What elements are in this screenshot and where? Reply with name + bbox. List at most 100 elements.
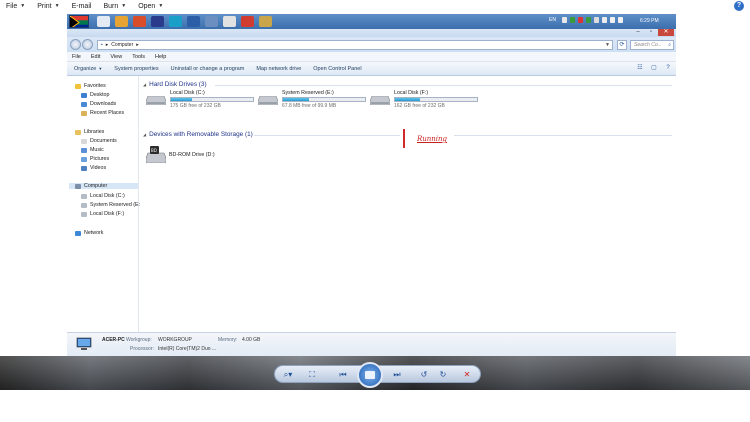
tray-icon[interactable] bbox=[562, 17, 567, 23]
nav-music[interactable]: Music bbox=[81, 147, 104, 153]
red-app-taskbar-icon[interactable] bbox=[241, 16, 254, 27]
nav-desktop-label: Desktop bbox=[90, 92, 110, 98]
taskbar-clock[interactable]: 6:29 PM bbox=[640, 18, 659, 24]
memory-label: Memory: bbox=[218, 337, 238, 343]
address-dropdown-icon[interactable]: ▼ bbox=[605, 41, 610, 49]
viewer-print-menu[interactable]: Print ▼ bbox=[31, 3, 65, 10]
viewer-burn-menu[interactable]: Burn ▼ bbox=[97, 3, 132, 10]
previous-icon[interactable]: ⏮ bbox=[335, 369, 351, 381]
address-bar[interactable]: ▪ ▸ Computer ▸ ▼ bbox=[97, 40, 613, 50]
nav-documents[interactable]: Documents bbox=[81, 138, 117, 144]
photoshop-taskbar-icon[interactable] bbox=[151, 16, 164, 27]
south-africa-flag-icon[interactable] bbox=[69, 15, 89, 28]
viewer-email-button[interactable]: E-mail bbox=[66, 3, 98, 10]
refresh-button[interactable]: ⟳ bbox=[617, 40, 627, 50]
chrome-taskbar-icon[interactable] bbox=[115, 16, 128, 27]
drive-free-space: 67.8 MB free of 99.9 MB bbox=[282, 103, 337, 109]
close-button[interactable]: ✕ bbox=[658, 29, 674, 36]
nav-videos[interactable]: Videos bbox=[81, 165, 106, 171]
nav-downloads[interactable]: Downloads bbox=[81, 101, 116, 107]
documents-icon bbox=[81, 138, 87, 144]
nav-local-disk-f[interactable]: Local Disk (F:) bbox=[81, 211, 124, 217]
language-indicator[interactable]: EN bbox=[549, 17, 556, 23]
rotate-counterclockwise-icon[interactable]: ↺ bbox=[418, 369, 430, 381]
signal-icon[interactable] bbox=[610, 17, 615, 23]
nav-pictures[interactable]: Pictures bbox=[81, 156, 109, 162]
pdf-taskbar-icon[interactable] bbox=[223, 16, 236, 27]
tray-icon[interactable] bbox=[602, 17, 607, 23]
processor-value: Intel(R) Core(TM)2 Duo ... bbox=[158, 346, 217, 352]
system-properties-button[interactable]: System properties bbox=[108, 66, 164, 72]
bd-rom-drive[interactable]: BD BD-ROM Drive (D:) bbox=[146, 146, 215, 163]
menu-edit[interactable]: Edit bbox=[86, 54, 105, 60]
nav-downloads-label: Downloads bbox=[90, 101, 117, 107]
help-icon[interactable]: ? bbox=[734, 1, 744, 11]
bd-rom-drive-label: BD-ROM Drive (D:) bbox=[169, 151, 215, 158]
map-network-drive-button[interactable]: Map network drive bbox=[250, 66, 307, 72]
back-button[interactable] bbox=[70, 39, 81, 50]
uninstall-program-button[interactable]: Uninstall or change a program bbox=[165, 66, 251, 72]
menu-file[interactable]: File bbox=[67, 54, 86, 60]
slideshow-button[interactable] bbox=[357, 362, 383, 388]
nav-favorites[interactable]: Favorites bbox=[75, 83, 106, 89]
hard-disk-drives-header[interactable]: ◢ Hard Disk Drives (3) bbox=[143, 81, 207, 88]
nav-local-c-label: Local Disk (C:) bbox=[90, 193, 125, 199]
rotate-clockwise-icon[interactable]: ↻ bbox=[437, 369, 449, 381]
tray-icon[interactable] bbox=[570, 17, 575, 23]
open-control-panel-button[interactable]: Open Control Panel bbox=[307, 66, 367, 72]
menu-help[interactable]: Help bbox=[150, 54, 171, 60]
nav-recent-places[interactable]: Recent Places bbox=[81, 110, 124, 116]
skype-taskbar-icon[interactable] bbox=[169, 16, 182, 27]
content-pane: ◢ Hard Disk Drives (3) Local Disk (C:) 17… bbox=[140, 76, 676, 332]
desktop-icon bbox=[81, 92, 87, 98]
word-taskbar-icon[interactable] bbox=[187, 16, 200, 27]
folder-taskbar-icon[interactable] bbox=[259, 16, 272, 27]
drive-local-disk-f[interactable]: Local Disk (F:) 162 GB free of 232 GB bbox=[370, 90, 478, 110]
nav-computer[interactable]: Computer bbox=[69, 183, 138, 189]
media-taskbar-icon[interactable] bbox=[133, 16, 146, 27]
preview-pane-icon[interactable]: ▢ bbox=[650, 65, 658, 72]
delete-icon[interactable]: ✕ bbox=[461, 369, 473, 381]
breadcrumb-computer[interactable]: Computer bbox=[111, 41, 133, 49]
window-controls: – ▫ ✕ bbox=[632, 29, 674, 36]
hard-drive-icon bbox=[146, 96, 166, 105]
chevron-down-icon: ▼ bbox=[98, 66, 103, 71]
volume-icon[interactable] bbox=[618, 17, 623, 23]
viewer-file-label: File bbox=[6, 2, 18, 10]
help-icon[interactable]: ? bbox=[664, 65, 672, 72]
nav-network[interactable]: Network bbox=[75, 230, 103, 236]
next-icon[interactable]: ⏭ bbox=[389, 369, 405, 381]
pictures-icon bbox=[81, 156, 87, 162]
nav-local-disk-c[interactable]: Local Disk (C:) bbox=[81, 193, 125, 199]
menu-tools[interactable]: Tools bbox=[127, 54, 150, 60]
hard-drive-icon bbox=[81, 202, 87, 208]
tray-icon[interactable] bbox=[578, 17, 583, 23]
tray-icon[interactable] bbox=[586, 17, 591, 23]
drive-local-disk-c[interactable]: Local Disk (C:) 175 GB free of 232 GB bbox=[146, 90, 254, 110]
removable-storage-header[interactable]: ◢ Devices with Removable Storage (1) bbox=[143, 131, 253, 138]
app-taskbar-icon[interactable] bbox=[205, 16, 218, 27]
collapse-icon: ◢ bbox=[143, 82, 147, 87]
nav-libraries[interactable]: Libraries bbox=[75, 129, 104, 135]
maximize-button[interactable]: ▫ bbox=[645, 29, 657, 36]
minimize-button[interactable]: – bbox=[632, 29, 644, 36]
search-input[interactable]: Search Co... ⌕ bbox=[630, 40, 674, 50]
menu-bar: File Edit View Tools Help bbox=[67, 52, 676, 62]
nav-desktop[interactable]: Desktop bbox=[81, 92, 109, 98]
memory-value: 4.00 GB bbox=[242, 337, 261, 343]
menu-view[interactable]: View bbox=[105, 54, 127, 60]
drive-system-reserved[interactable]: System Reserved (E:) 67.8 MB free of 99.… bbox=[258, 90, 366, 110]
workgroup-value: WORKGROUP bbox=[158, 337, 192, 343]
viewer-open-menu[interactable]: Open ▼ bbox=[132, 3, 169, 10]
viewer-file-menu[interactable]: File ▼ bbox=[0, 3, 31, 10]
zoom-icon[interactable]: ⌕▾ bbox=[278, 369, 298, 381]
actual-size-icon[interactable]: ⛶ bbox=[305, 369, 319, 381]
forward-button[interactable] bbox=[82, 39, 93, 50]
view-options-icon[interactable]: ☷ bbox=[636, 65, 644, 72]
tray-icon[interactable] bbox=[594, 17, 599, 23]
nav-system-reserved[interactable]: System Reserved (E: bbox=[81, 202, 140, 208]
drive-usage-bar bbox=[170, 97, 254, 102]
nav-documents-label: Documents bbox=[90, 138, 117, 144]
explorer-taskbar-icon[interactable] bbox=[97, 16, 110, 27]
organize-button[interactable]: Organize ▼ bbox=[67, 66, 108, 72]
